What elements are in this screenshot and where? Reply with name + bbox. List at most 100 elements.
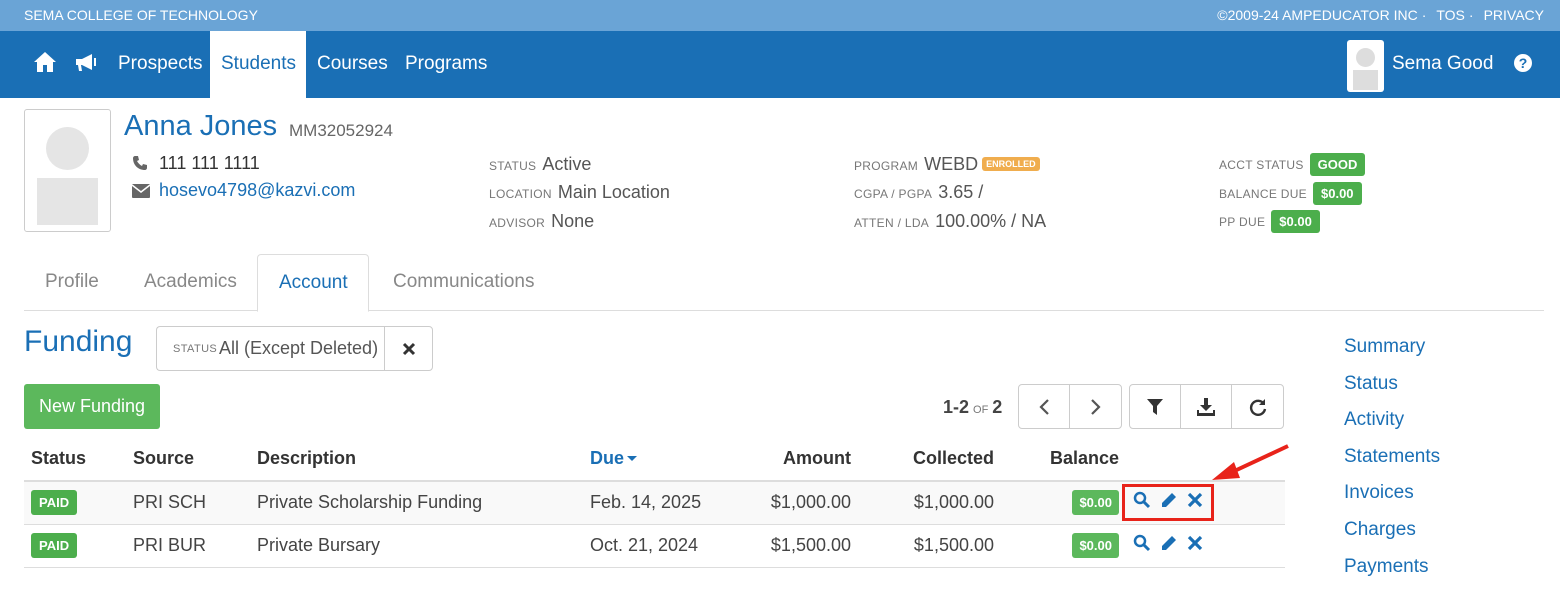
tab-account[interactable]: Account	[257, 254, 369, 312]
account-side-nav: Summary Status Activity Statements Invoi…	[1344, 336, 1440, 592]
megaphone-icon[interactable]	[74, 51, 100, 77]
email-link[interactable]: hosevo4798@kazvi.com	[159, 180, 355, 201]
student-tabs: Profile Academics Account Communications	[24, 254, 1544, 312]
header-source[interactable]: Source	[133, 437, 257, 482]
nav-programs[interactable]: Programs	[394, 31, 498, 98]
filter-button[interactable]	[1130, 385, 1181, 428]
due-cell: Oct. 21, 2024	[590, 524, 740, 568]
status-badge: PAID	[31, 490, 78, 516]
new-funding-button[interactable]: New Funding	[24, 384, 160, 429]
annotation-arrow-icon	[1212, 444, 1289, 480]
header-amount[interactable]: Amount	[740, 437, 851, 482]
side-link-activity[interactable]: Activity	[1344, 409, 1440, 446]
refresh-button[interactable]	[1232, 385, 1283, 428]
phone-icon	[132, 155, 150, 173]
user-avatar[interactable]	[1347, 40, 1384, 92]
prev-page-button[interactable]	[1019, 385, 1070, 428]
pp-due-info: PP DUE $0.00	[1219, 210, 1320, 233]
header-description[interactable]: Description	[257, 437, 590, 482]
pp-due-label: PP DUE	[1219, 215, 1266, 229]
pager-info: 1-2 OF 2	[943, 397, 1002, 418]
acct-status-info: ACCT STATUS GOOD	[1219, 153, 1366, 176]
chevron-left-icon	[1039, 398, 1049, 415]
attendance-value: 100.00% / NA	[935, 211, 1047, 231]
side-link-status[interactable]: Status	[1344, 373, 1440, 410]
status-filter[interactable]: STATUS All (Except Deleted)	[156, 326, 385, 371]
next-page-button[interactable]	[1070, 385, 1121, 428]
side-link-statements[interactable]: Statements	[1344, 446, 1440, 483]
program-label: PROGRAM	[854, 159, 919, 173]
svg-text:?: ?	[1519, 55, 1528, 71]
clear-filter-button[interactable]	[384, 326, 433, 371]
balance-badge: $0.00	[1072, 490, 1119, 516]
row-actions	[1125, 530, 1211, 561]
side-link-charges[interactable]: Charges	[1344, 519, 1440, 556]
header-collected[interactable]: Collected	[851, 437, 994, 482]
home-icon[interactable]	[33, 51, 59, 77]
status-info: STATUS Active	[489, 154, 591, 175]
help-icon[interactable]: ?	[1513, 53, 1533, 73]
pager-buttons	[1018, 384, 1122, 429]
privacy-link[interactable]: PRIVACY	[1484, 7, 1544, 23]
cgpa-value: 3.65 /	[938, 182, 984, 202]
status-filter-label: STATUS	[173, 343, 218, 355]
advisor-info: ADVISOR None	[489, 211, 594, 232]
header-due[interactable]: Due	[590, 437, 740, 482]
table-tools	[1129, 384, 1284, 429]
pp-due-badge: $0.00	[1271, 210, 1320, 233]
tab-communications[interactable]: Communications	[372, 254, 556, 311]
advisor-value: None	[551, 211, 595, 231]
sort-caret-icon	[627, 456, 638, 461]
top-bar: SEMA COLLEGE OF TECHNOLOGY ©2009-24 AMPE…	[0, 0, 1560, 31]
amount-cell: $1,500.00	[740, 524, 851, 568]
user-name[interactable]: Sema Good	[1392, 31, 1493, 97]
phone-number: 111 111 1111	[159, 153, 260, 173]
cgpa-label: CGPA / PGPA	[854, 187, 933, 201]
student-id: MM32052924	[289, 121, 393, 140]
status-value: Active	[542, 154, 592, 174]
acct-status-badge: GOOD	[1309, 153, 1366, 176]
student-name: Anna Jones	[124, 110, 278, 142]
status-label: STATUS	[489, 159, 537, 173]
chevron-right-icon	[1090, 398, 1101, 415]
balance-due-badge: $0.00	[1313, 182, 1362, 205]
header-balance[interactable]: Balance	[994, 437, 1119, 482]
attendance-info: ATTEN / LDA 100.00% / NA	[854, 211, 1046, 232]
pencil-icon[interactable]	[1160, 534, 1178, 557]
side-link-summary[interactable]: Summary	[1344, 336, 1440, 373]
attendance-label: ATTEN / LDA	[854, 216, 930, 230]
school-name: SEMA COLLEGE OF TECHNOLOGY	[24, 7, 258, 23]
table-row: PAID PRI BUR Private Bursary Oct. 21, 20…	[24, 524, 1285, 568]
program-value: WEBD	[924, 154, 979, 174]
delete-icon[interactable]	[1187, 492, 1203, 513]
download-button[interactable]	[1181, 385, 1232, 428]
tos-link[interactable]: TOS	[1436, 7, 1465, 23]
download-icon	[1197, 397, 1215, 416]
nav-courses[interactable]: Courses	[306, 31, 399, 98]
row-actions-highlighted	[1121, 484, 1215, 522]
side-link-invoices[interactable]: Invoices	[1344, 482, 1440, 519]
collected-cell: $1,500.00	[851, 524, 994, 568]
source-cell: PRI BUR	[133, 524, 257, 568]
cgpa-info: CGPA / PGPA 3.65 /	[854, 182, 983, 203]
nav-students[interactable]: Students	[210, 31, 306, 98]
status-badge: PAID	[31, 533, 78, 558]
program-info: PROGRAM WEBD ENROLLED	[854, 154, 1040, 175]
search-icon[interactable]	[1133, 534, 1151, 557]
tab-academics[interactable]: Academics	[123, 254, 258, 311]
location-value: Main Location	[557, 182, 670, 202]
header-status[interactable]: Status	[24, 437, 133, 482]
pencil-icon[interactable]	[1160, 491, 1178, 514]
status-filter-value: All (Except Deleted)	[219, 338, 379, 358]
search-icon[interactable]	[1133, 491, 1151, 514]
delete-icon[interactable]	[1187, 535, 1203, 556]
tab-profile[interactable]: Profile	[24, 254, 120, 311]
enrolled-badge: ENROLLED	[982, 157, 1040, 171]
advisor-label: ADVISOR	[489, 216, 546, 230]
location-label: LOCATION	[489, 187, 552, 201]
side-link-payments[interactable]: Payments	[1344, 556, 1440, 592]
envelope-icon	[131, 182, 151, 200]
amount-cell: $1,000.00	[740, 481, 851, 525]
nav-prospects[interactable]: Prospects	[107, 31, 213, 98]
balance-due-info: BALANCE DUE $0.00	[1219, 182, 1362, 205]
